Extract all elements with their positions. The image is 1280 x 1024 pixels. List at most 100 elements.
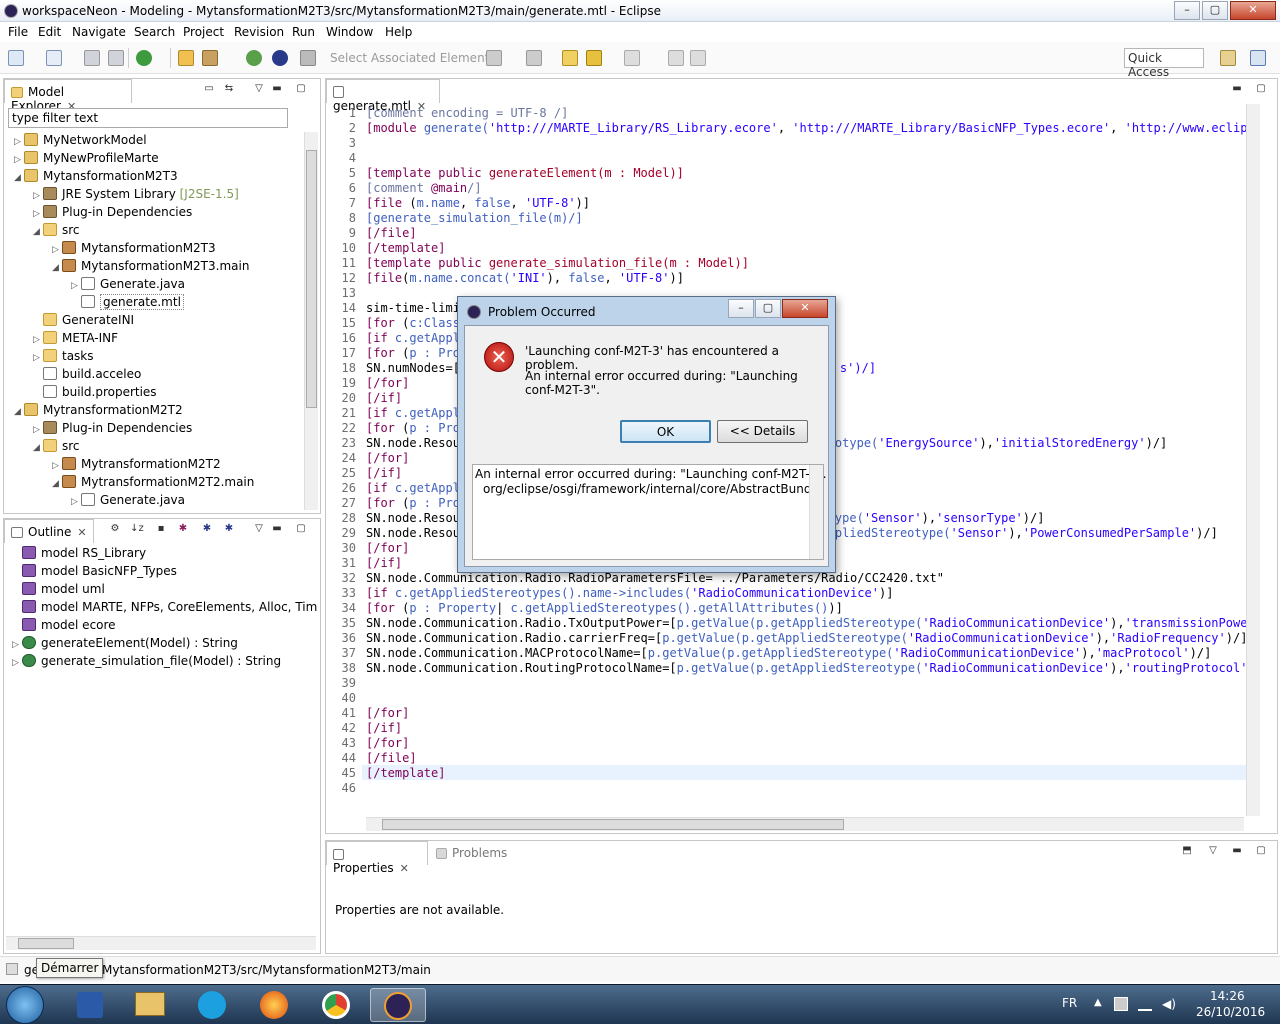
view-menu-icon[interactable]: ▽	[1206, 846, 1220, 858]
new-icon[interactable]	[8, 50, 24, 66]
tree-item[interactable]: ▷ JRE System Library [J2SE-1.5]	[33, 187, 239, 205]
details-textarea[interactable]: An internal error occurred during: "Laun…	[472, 464, 827, 560]
start-button[interactable]	[6, 986, 44, 1024]
tree-item[interactable]: ▷ META-INF	[33, 331, 118, 349]
nav-icon[interactable]	[486, 50, 502, 66]
tree-item[interactable]: GenerateINI	[33, 313, 134, 331]
sort-icon[interactable]: ↓z	[130, 524, 144, 536]
menu-help[interactable]: Help	[385, 25, 412, 39]
tab-problems[interactable]: Problems	[430, 841, 520, 865]
maximize-view-icon[interactable]: ▢	[294, 84, 308, 96]
taskbar-app[interactable]	[62, 988, 118, 1022]
menu-navigate[interactable]: Navigate	[72, 25, 126, 39]
outline-item[interactable]: model BasicNFP_Types	[22, 564, 177, 582]
outline-tool-icon[interactable]: ⚙	[108, 524, 122, 536]
tree-item[interactable]: ▷ Generate.java	[71, 493, 185, 511]
hide-icon-3[interactable]: ✱	[222, 524, 236, 536]
tab-properties[interactable]: Properties ✕	[326, 841, 428, 875]
filter-input[interactable]: type filter text	[8, 108, 288, 128]
outline-item[interactable]: model ecore	[22, 618, 116, 636]
menu-file[interactable]: File	[8, 25, 28, 39]
network-icon[interactable]	[1138, 997, 1152, 1011]
save-all-icon[interactable]	[108, 50, 124, 66]
clock-time[interactable]: 14:26	[1210, 989, 1245, 1003]
menu-revision[interactable]: Revision	[234, 25, 284, 39]
tree-item[interactable]: ◢ src	[33, 439, 80, 457]
select-associated-elements[interactable]: Select Associated Elements	[330, 51, 496, 65]
minimize-button[interactable]: –	[1174, 1, 1200, 20]
pin-icon[interactable]	[526, 50, 542, 66]
tree-item[interactable]: ▷ MyNetworkModel	[14, 133, 147, 151]
outline-item[interactable]: model MARTE, NFPs, CoreElements, Alloc, …	[22, 600, 318, 618]
save-icon[interactable]	[84, 50, 100, 66]
close-icon[interactable]: ✕	[400, 862, 409, 875]
outline-horizontal-scrollbar[interactable]	[6, 936, 316, 950]
language-indicator[interactable]: FR	[1062, 996, 1077, 1010]
clock-date[interactable]: 26/10/2016	[1196, 1005, 1265, 1019]
open-folder-icon[interactable]	[178, 50, 194, 66]
taskbar-explorer[interactable]	[122, 988, 178, 1022]
scroll-thumb[interactable]	[382, 819, 844, 830]
modeling-perspective-icon[interactable]	[1250, 50, 1266, 66]
explorer-vertical-scrollbar[interactable]	[304, 132, 318, 510]
menu-search[interactable]: Search	[134, 25, 175, 39]
tree-item[interactable]: ◢ MytansformationM2T3.main	[52, 259, 249, 277]
pin-view-icon[interactable]: ⬒	[1180, 846, 1194, 858]
editor-horizontal-scrollbar[interactable]	[366, 817, 1244, 831]
tree-item[interactable]: ◢ src	[33, 223, 80, 241]
associated-icon[interactable]	[300, 50, 316, 66]
maximize-view-icon[interactable]: ▢	[294, 524, 308, 536]
tree-item[interactable]: ◢ MytansformationM2T3	[14, 169, 178, 187]
tray-arrow-icon[interactable]: ▲	[1094, 997, 1102, 1008]
close-icon[interactable]: ✕	[77, 526, 86, 539]
tree-item[interactable]: build.acceleo	[33, 367, 141, 385]
tree-item[interactable]: ▷ MyNewProfileMarte	[14, 151, 159, 169]
run-icon[interactable]	[136, 50, 152, 66]
taskbar-skype[interactable]	[184, 988, 240, 1022]
dialog-minimize-button[interactable]: –	[728, 299, 754, 318]
menu-edit[interactable]: Edit	[38, 25, 61, 39]
details-button[interactable]: << Details	[717, 420, 808, 443]
tree-item[interactable]: ▷ MytransformationM2T2	[52, 457, 221, 475]
tab-outline[interactable]: Outline ✕	[4, 519, 94, 543]
link-editor-icon[interactable]: ⇆	[222, 84, 236, 96]
tree-item[interactable]: ▷ Plug-in Dependencies	[33, 205, 192, 223]
view-menu-icon[interactable]: ▽	[252, 84, 266, 96]
tree-item[interactable]: ▷ MytansformationM2T3	[52, 241, 216, 259]
hide-icon[interactable]: ✱	[176, 524, 190, 536]
tree-item[interactable]: ▷ tasks	[33, 349, 94, 367]
tab-generate-mtl[interactable]: generate.mtl ✕	[326, 79, 440, 113]
tree-item[interactable]: ◢ MytransformationM2T2.main	[52, 475, 254, 493]
outline-item[interactable]: model RS_Library	[22, 546, 146, 564]
menu-run[interactable]: Run	[292, 25, 315, 39]
editor-vertical-scrollbar[interactable]	[1246, 104, 1260, 816]
ok-button[interactable]: OK	[620, 420, 711, 443]
dialog-maximize-button[interactable]: ▢	[755, 299, 781, 318]
maximize-view-icon[interactable]: ▢	[1254, 846, 1268, 858]
open-perspective-icon[interactable]	[1220, 50, 1236, 66]
scroll-thumb[interactable]	[306, 150, 317, 408]
outline-item[interactable]: ▷ generateElement(Model) : String	[12, 636, 238, 654]
menu-project[interactable]: Project	[183, 25, 224, 39]
forward-icon[interactable]	[624, 50, 640, 66]
tree-item-selected[interactable]: generate.mtl	[71, 294, 184, 313]
taskbar-firefox[interactable]	[246, 988, 302, 1022]
menu-window[interactable]: Window	[326, 25, 373, 39]
minimize-view-icon[interactable]: ▬	[1230, 84, 1244, 96]
outline-item[interactable]: ▷ generate_simulation_file(Model) : Strin…	[12, 654, 281, 672]
minimize-view-icon[interactable]: ▬	[1230, 846, 1244, 858]
pilcrow-icon[interactable]	[690, 50, 706, 66]
maximize-button[interactable]: ▢	[1202, 1, 1228, 20]
view-menu-icon[interactable]: ▽	[252, 524, 266, 536]
wand-icon[interactable]	[202, 50, 218, 66]
sphere-icon[interactable]	[272, 50, 288, 66]
back-icon[interactable]	[586, 50, 602, 66]
outline-item[interactable]: model uml	[22, 582, 105, 600]
tree-item[interactable]: ◢ MytransformationM2T2	[14, 403, 183, 421]
tree-item[interactable]: ▷ Generate.java	[71, 277, 185, 295]
collapse-all-icon[interactable]: ▭	[202, 84, 216, 96]
taskbar-eclipse[interactable]	[370, 988, 426, 1022]
maximize-view-icon[interactable]: ▢	[1254, 84, 1268, 96]
tree-item[interactable]: build.properties	[33, 385, 157, 403]
hide-icon-2[interactable]: ✱	[200, 524, 214, 536]
